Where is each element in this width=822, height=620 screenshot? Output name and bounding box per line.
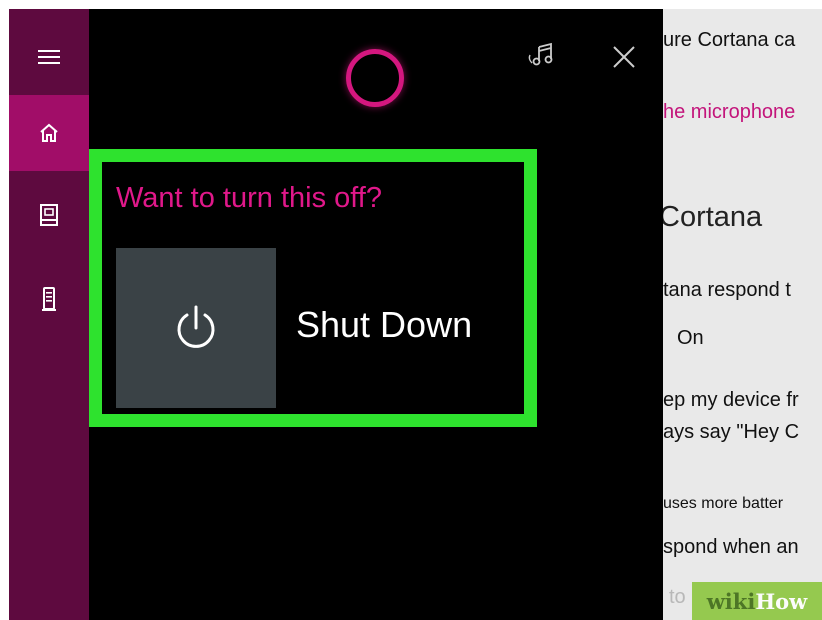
settings-text-line: uses more batter <box>663 495 784 512</box>
rail-home-button[interactable] <box>9 95 89 171</box>
watermark-how: How <box>755 588 808 614</box>
shutdown-button-label[interactable]: Shut Down <box>296 304 472 346</box>
notebook-icon <box>40 204 58 226</box>
settings-text-line: spond when an <box>663 536 799 558</box>
music-button[interactable] <box>525 39 561 75</box>
close-button[interactable] <box>606 39 642 75</box>
wikihow-watermark: wiki How <box>692 582 822 620</box>
microphone-link[interactable]: he microphone <box>663 101 795 124</box>
toggle-state-label[interactable]: On <box>677 327 704 350</box>
hamburger-menu-button[interactable] <box>9 19 89 95</box>
nav-rail <box>9 9 89 620</box>
settings-text-line: to <box>669 586 686 608</box>
device-icon <box>42 287 56 311</box>
home-icon <box>40 123 58 142</box>
rail-device-button[interactable] <box>9 261 89 337</box>
close-icon <box>613 46 635 68</box>
cortana-panel: Want to turn this off? Shut Down <box>89 9 663 620</box>
shutdown-tile[interactable] <box>116 248 276 408</box>
settings-pane: ure Cortana ca he microphone Cortana tan… <box>663 9 822 620</box>
cortana-ring-icon[interactable] <box>346 49 404 107</box>
power-icon <box>177 305 215 348</box>
settings-text-line: ep my device fr <box>663 389 799 411</box>
shutdown-prompt: Want to turn this off? <box>116 182 382 214</box>
settings-text-line: ays say "Hey C <box>663 421 800 443</box>
settings-text-line: tana respond t <box>663 279 791 301</box>
settings-text-line: ure Cortana ca <box>663 29 796 51</box>
rail-notebook-button[interactable] <box>9 177 89 253</box>
cortana-window: Want to turn this off? Shut Down ure Cor… <box>9 9 822 620</box>
music-icon <box>528 42 553 66</box>
hamburger-menu-icon <box>38 50 60 64</box>
watermark-wiki: wiki <box>706 588 756 614</box>
settings-heading: Cortana <box>663 201 763 233</box>
